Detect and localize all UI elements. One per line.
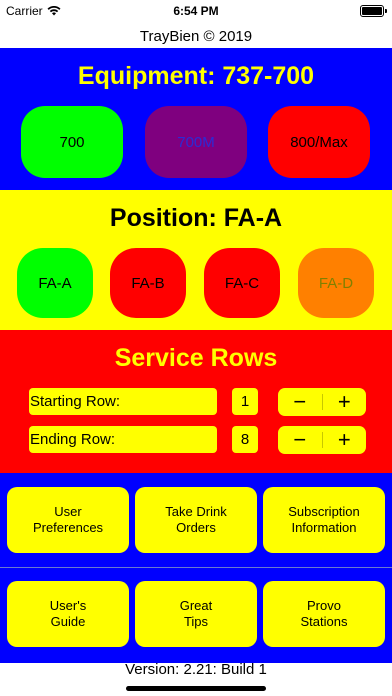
equipment-800max-button[interactable]: 800/Max [268,106,370,178]
menu-button-line2: Guide [50,614,86,629]
version-label: Version: 2.21: Build 1 [125,661,267,678]
menu-button-line2: Preferences [32,520,104,535]
position-heading: Position: FA-A [109,204,283,232]
starting-row-decrement-button[interactable]: − [278,388,322,416]
user-preferences-button[interactable]: User Preferences [7,487,129,553]
starting-row-stepper: − + [278,388,366,416]
status-time: 6:54 PM [173,4,219,18]
position-section: Position: FA-A FA-A FA-B FA-C FA-D [0,190,392,330]
take-drink-orders-button[interactable]: Take Drink Orders [135,487,257,553]
menu-button-line2: Stations [300,614,348,629]
position-fa-b-button[interactable]: FA-B [110,248,186,318]
great-tips-button[interactable]: Great Tips [135,581,257,647]
equipment-section: Equipment: 737-700 700 700M 800/Max [0,48,392,190]
menu-button-line1: Great [179,598,213,613]
menu-section: User Preferences Take Drink Orders Subsc… [0,473,392,663]
menu-button-line2: Information [291,520,357,535]
ending-row-stepper: − + [278,426,366,454]
ending-row-decrement-button[interactable]: − [278,426,322,454]
menu-button-line1: Subscription [288,504,360,519]
menu-button-line1: User's [49,598,87,613]
status-bar: Carrier 6:54 PM [0,0,392,24]
users-guide-button[interactable]: User's Guide [7,581,129,647]
home-indicator[interactable] [126,686,266,691]
battery-icon [360,5,387,17]
equipment-700m-button[interactable]: 700M [145,106,247,178]
menu-button-line2: Tips [183,614,209,629]
menu-divider [0,567,392,568]
subscription-information-button[interactable]: Subscription Information [263,487,385,553]
menu-button-line1: Provo [307,598,341,613]
ending-row-value: 8 [232,426,258,453]
service-rows-section: Service Rows Starting Row: 1 − + Ending … [0,330,392,473]
ending-row-increment-button[interactable]: + [323,426,367,454]
menu-button-line1: User [54,504,82,519]
starting-row-value: 1 [232,388,258,415]
position-fa-d-button[interactable]: FA-D [298,248,374,318]
menu-button-line2: Orders [176,520,216,535]
ending-row-label: Ending Row: [29,426,217,453]
menu-button-line1: Take Drink [165,504,227,519]
starting-row-increment-button[interactable]: + [323,388,367,416]
position-fa-a-button[interactable]: FA-A [17,248,93,318]
app-title: TrayBien © 2019 [139,28,253,45]
equipment-heading: Equipment: 737-700 [77,62,315,90]
starting-row-label: Starting Row: [29,388,217,415]
equipment-700-button[interactable]: 700 [21,106,123,178]
position-fa-c-button[interactable]: FA-C [204,248,280,318]
service-rows-heading: Service Rows [114,344,278,372]
provo-stations-button[interactable]: Provo Stations [263,581,385,647]
